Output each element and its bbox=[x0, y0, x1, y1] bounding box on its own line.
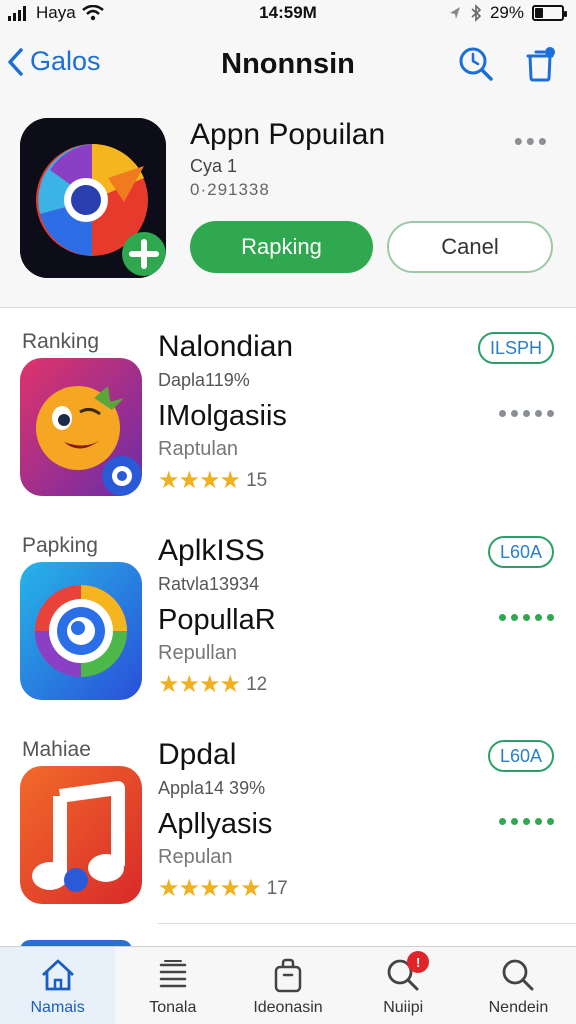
rating-count: 12 bbox=[246, 673, 268, 695]
rank-label: Ranking bbox=[22, 330, 100, 353]
tab-notifications[interactable]: ! Nuiipi bbox=[346, 947, 461, 1024]
divider bbox=[158, 923, 576, 924]
browser-logo-icon bbox=[20, 118, 166, 278]
dot bbox=[499, 410, 506, 417]
chevron-left-icon bbox=[8, 47, 23, 76]
back-label: Galos bbox=[30, 46, 101, 76]
app-icon[interactable] bbox=[20, 358, 142, 496]
tab-icon-wrap: ! bbox=[383, 951, 430, 995]
dot bbox=[523, 614, 530, 621]
featured-app-header: Appn Popuilan Cya 1 0·291338 ••• Rapking… bbox=[0, 102, 576, 308]
app-rating: ★★★★★ 17 bbox=[158, 874, 288, 903]
spiral-icon bbox=[20, 562, 142, 700]
app-category: Repullan bbox=[158, 642, 237, 664]
tab-label: Tonala bbox=[149, 999, 197, 1016]
tab-label: Ideonasin bbox=[253, 999, 323, 1016]
status-right: 29% bbox=[448, 3, 567, 23]
music-note-icon bbox=[20, 766, 142, 904]
tab-search[interactable]: Nendein bbox=[461, 947, 576, 1024]
list-item[interactable]: Papking AplkISS Ratvla13934 PopullaR Rep… bbox=[0, 514, 576, 720]
more-options-button[interactable]: ••• bbox=[514, 126, 550, 157]
more-dots-button[interactable] bbox=[499, 614, 554, 621]
battery-icon bbox=[532, 5, 567, 21]
dot bbox=[511, 818, 518, 825]
navigation-bar: Galos Nnonnsin bbox=[0, 28, 576, 102]
app-meta: Appla14 39% bbox=[158, 778, 266, 798]
app-rating: ★★★★ 15 bbox=[158, 466, 267, 495]
trash-icon bbox=[526, 47, 555, 82]
tab-bag[interactable]: Ideonasin bbox=[230, 947, 345, 1024]
ranking-button[interactable]: Rapking bbox=[190, 221, 373, 273]
dot bbox=[535, 410, 542, 417]
dot bbox=[523, 818, 530, 825]
dot bbox=[535, 614, 542, 621]
app-subtitle: Apllyasis bbox=[158, 808, 273, 840]
tab-bar: Namais Tonala Ideonasin ! Nuiipi Nendein bbox=[0, 946, 576, 1024]
app-name: Nalondian bbox=[158, 330, 294, 363]
trash-button[interactable] bbox=[520, 44, 560, 84]
app-category: Repulan bbox=[158, 846, 233, 868]
app-icon[interactable] bbox=[20, 562, 142, 700]
star-rating-icon: ★★★★★ bbox=[158, 875, 262, 902]
bag-icon bbox=[274, 958, 302, 993]
featured-app-title: Appn Popuilan bbox=[190, 118, 386, 151]
app-meta: Ratvla13934 bbox=[158, 574, 260, 594]
back-button[interactable]: Galos bbox=[6, 46, 101, 77]
tab-label: Namais bbox=[30, 999, 85, 1016]
app-icon[interactable] bbox=[20, 766, 142, 904]
search-icon bbox=[503, 959, 534, 991]
more-dots-button[interactable] bbox=[499, 818, 554, 825]
dot bbox=[523, 410, 530, 417]
battery-percent: 29% bbox=[489, 3, 524, 22]
home-icon bbox=[41, 959, 74, 991]
tab-home[interactable]: Namais bbox=[0, 947, 116, 1024]
get-button[interactable]: L60A bbox=[487, 740, 554, 772]
dot bbox=[499, 614, 506, 621]
dot bbox=[547, 410, 554, 417]
dot bbox=[547, 614, 554, 621]
location-icon bbox=[449, 7, 460, 19]
battery-fill bbox=[535, 8, 543, 18]
app-subtitle: IMolgasiis bbox=[158, 400, 287, 432]
featured-app-meta: 0·291338 bbox=[190, 180, 270, 199]
featured-app-subtitle: Cya 1 bbox=[190, 156, 238, 176]
dot bbox=[511, 614, 518, 621]
star-rating-icon: ★★★★ bbox=[158, 467, 241, 494]
cancel-button[interactable]: Canel bbox=[387, 221, 553, 273]
search-icon bbox=[459, 47, 493, 81]
list-item[interactable]: Ranking Nalondian Dapla119% IMolgasiis R… bbox=[0, 310, 576, 516]
dot bbox=[547, 818, 554, 825]
get-button[interactable]: ILSPH bbox=[477, 332, 554, 364]
app-meta: Dapla119% bbox=[158, 370, 250, 390]
notification-badge: ! bbox=[407, 951, 430, 973]
rank-label: Papking bbox=[22, 534, 98, 557]
rank-label: Mahiae bbox=[22, 738, 91, 761]
search-button[interactable] bbox=[456, 44, 496, 84]
bluetooth-icon bbox=[471, 4, 482, 22]
app-name: AplkISS bbox=[158, 534, 265, 567]
app-name: Dpdal bbox=[158, 738, 237, 771]
app-rating: ★★★★ 12 bbox=[158, 670, 267, 699]
featured-app-icon[interactable] bbox=[20, 118, 166, 278]
dot bbox=[511, 410, 518, 417]
list-icon bbox=[159, 960, 187, 988]
tab-label: Nendein bbox=[488, 999, 549, 1016]
app-subtitle: PopullaR bbox=[158, 604, 276, 636]
rating-count: 15 bbox=[246, 469, 268, 491]
app-category: Raptulan bbox=[158, 438, 239, 460]
dot bbox=[499, 818, 506, 825]
tab-label: Nuiipi bbox=[383, 999, 424, 1016]
get-button[interactable]: L60A bbox=[487, 536, 554, 568]
star-rating-icon: ★★★★ bbox=[158, 671, 241, 698]
rating-count: 17 bbox=[266, 877, 288, 899]
tab-list[interactable]: Tonala bbox=[115, 947, 230, 1024]
more-dots-button[interactable] bbox=[499, 410, 554, 417]
status-bar: Haya 14:59M 29% bbox=[0, 0, 576, 28]
dot bbox=[535, 818, 542, 825]
emoji-face-icon bbox=[20, 358, 142, 496]
list-item[interactable]: Mahiae Dpdal Appla14 39% Apllyasis Repul… bbox=[0, 718, 576, 924]
